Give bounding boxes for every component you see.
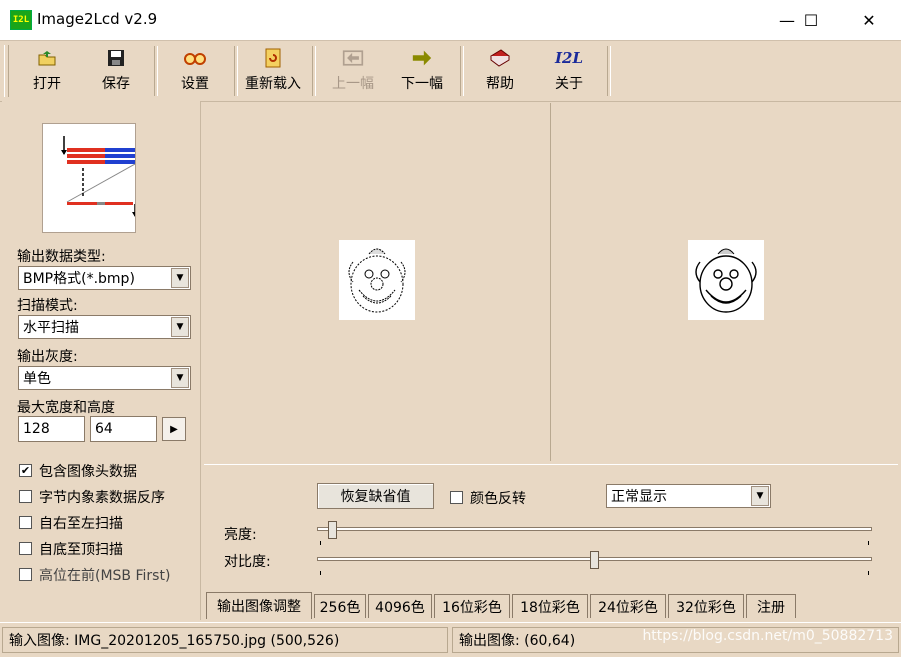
tab-18bit-color[interactable]: 18位彩色: [512, 594, 588, 618]
close-button[interactable]: ✕: [846, 0, 892, 40]
option-label: 包含图像头数据: [39, 464, 137, 480]
prev-button[interactable]: 上一幅: [323, 47, 383, 95]
tick-mark: [320, 571, 321, 575]
help-label: 帮助: [486, 76, 514, 92]
chevron-down-icon[interactable]: ▼: [171, 268, 189, 288]
include-header-checkbox[interactable]: ✔: [19, 464, 32, 477]
next-button[interactable]: 下一幅: [392, 47, 452, 95]
output-type-select[interactable]: BMP格式(*.bmp) ▼: [18, 266, 191, 290]
reload-button[interactable]: 重新载入: [243, 47, 303, 95]
bottom-to-top-checkbox[interactable]: [19, 542, 32, 555]
toolbar-separator: [460, 46, 464, 96]
tab-32bit-color[interactable]: 32位彩色: [668, 594, 744, 618]
about-icon: I2L: [555, 49, 584, 67]
window-title: Image2Lcd v2.9: [37, 10, 158, 28]
help-icon: [489, 47, 511, 69]
prev-icon: [342, 47, 364, 69]
brightness-label: 亮度:: [224, 527, 257, 543]
scan-mode-value: 水平扫描: [23, 320, 79, 336]
option-label: 高位在前(MSB First): [39, 568, 171, 584]
toolbar-separator: [154, 46, 158, 96]
scan-mode-illustration: [42, 123, 138, 233]
save-button[interactable]: 保存: [86, 47, 146, 95]
settings-button[interactable]: 设置: [165, 47, 225, 95]
reload-label: 重新载入: [245, 76, 301, 92]
open-icon: [36, 47, 58, 69]
toolbar: 打开 保存 设置 重新载入 上一幅 下一幅 帮助 I2L 关于: [0, 40, 901, 102]
chevron-down-icon[interactable]: ▼: [751, 486, 769, 506]
max-width-input[interactable]: 128: [18, 416, 85, 442]
input-image-status: 输入图像: IMG_20201205_165750.jpg (500,526): [2, 627, 448, 653]
output-image-thumbnail: [688, 240, 764, 320]
input-image-thumbnail: [339, 240, 415, 320]
tab-16bit-color[interactable]: 16位彩色: [434, 594, 510, 618]
msb-first-checkbox[interactable]: [19, 568, 32, 581]
scan-mode-select[interactable]: 水平扫描 ▼: [18, 315, 191, 339]
about-button[interactable]: I2L 关于: [539, 47, 599, 95]
option-label: 自右至左扫描: [39, 516, 123, 532]
display-mode-select[interactable]: 正常显示 ▼: [606, 484, 771, 508]
option-label: 字节内象素数据反序: [39, 490, 165, 506]
reload-icon: [262, 47, 284, 69]
title-bar: I2L Image2Lcd v2.9 — ☐ ✕: [0, 0, 901, 40]
output-preview: [556, 103, 899, 461]
watermark-text: https://blog.csdn.net/m0_50882713: [642, 628, 893, 644]
reverse-pixel-checkbox[interactable]: [19, 490, 32, 503]
settings-icon: [184, 47, 206, 69]
settings-label: 设置: [181, 76, 209, 92]
right-to-left-checkbox[interactable]: [19, 516, 32, 529]
save-icon: [105, 47, 127, 69]
next-icon: [411, 47, 433, 69]
invert-color-checkbox[interactable]: [450, 491, 463, 504]
toolbar-grip: [4, 45, 9, 97]
gray-select[interactable]: 单色 ▼: [18, 366, 191, 390]
tab-register[interactable]: 注册: [746, 594, 796, 618]
toolbar-separator: [607, 46, 611, 96]
chevron-down-icon[interactable]: ▼: [171, 368, 189, 388]
maximize-button[interactable]: ☐: [788, 0, 834, 40]
contrast-label: 对比度:: [224, 554, 271, 570]
display-mode-value: 正常显示: [611, 489, 667, 505]
output-type-value: BMP格式(*.bmp): [23, 271, 135, 287]
max-height-input[interactable]: 64: [90, 416, 157, 442]
open-label: 打开: [33, 76, 61, 92]
scan-mode-label: 扫描模式:: [17, 298, 78, 314]
help-button[interactable]: 帮助: [470, 47, 530, 95]
tab-256-color[interactable]: 256色: [314, 594, 366, 618]
tick-mark: [868, 571, 869, 575]
save-label: 保存: [102, 76, 130, 92]
play-icon: ▶: [170, 423, 178, 435]
contrast-slider[interactable]: [590, 551, 599, 569]
tab-output-adjust[interactable]: 输出图像调整: [206, 592, 312, 619]
apply-size-button[interactable]: ▶: [162, 417, 186, 441]
tick-mark: [868, 541, 869, 545]
brightness-slider[interactable]: [327, 521, 337, 539]
input-preview: [204, 103, 551, 461]
toolbar-separator: [234, 46, 238, 96]
invert-color-label: 颜色反转: [470, 491, 526, 507]
option-label: 自底至顶扫描: [39, 542, 123, 558]
open-button[interactable]: 打开: [17, 47, 77, 95]
tab-4096-color[interactable]: 4096色: [368, 594, 432, 618]
output-type-label: 输出数据类型:: [17, 249, 106, 265]
toolbar-separator: [312, 46, 316, 96]
tab-24bit-color[interactable]: 24位彩色: [590, 594, 666, 618]
gray-value: 单色: [23, 371, 51, 387]
next-label: 下一幅: [401, 76, 443, 92]
restore-defaults-button[interactable]: 恢复缺省值: [317, 483, 434, 509]
brightness-track[interactable]: [317, 527, 872, 531]
tick-mark: [320, 541, 321, 545]
app-icon: I2L: [10, 10, 32, 30]
about-label: 关于: [555, 76, 583, 92]
chevron-down-icon[interactable]: ▼: [171, 317, 189, 337]
settings-panel: 输出数据类型: BMP格式(*.bmp) ▼ 扫描模式: 水平扫描 ▼ 输出灰度…: [2, 101, 201, 620]
gray-label: 输出灰度:: [17, 349, 78, 365]
prev-label: 上一幅: [332, 76, 374, 92]
max-size-label: 最大宽度和高度: [17, 400, 115, 416]
